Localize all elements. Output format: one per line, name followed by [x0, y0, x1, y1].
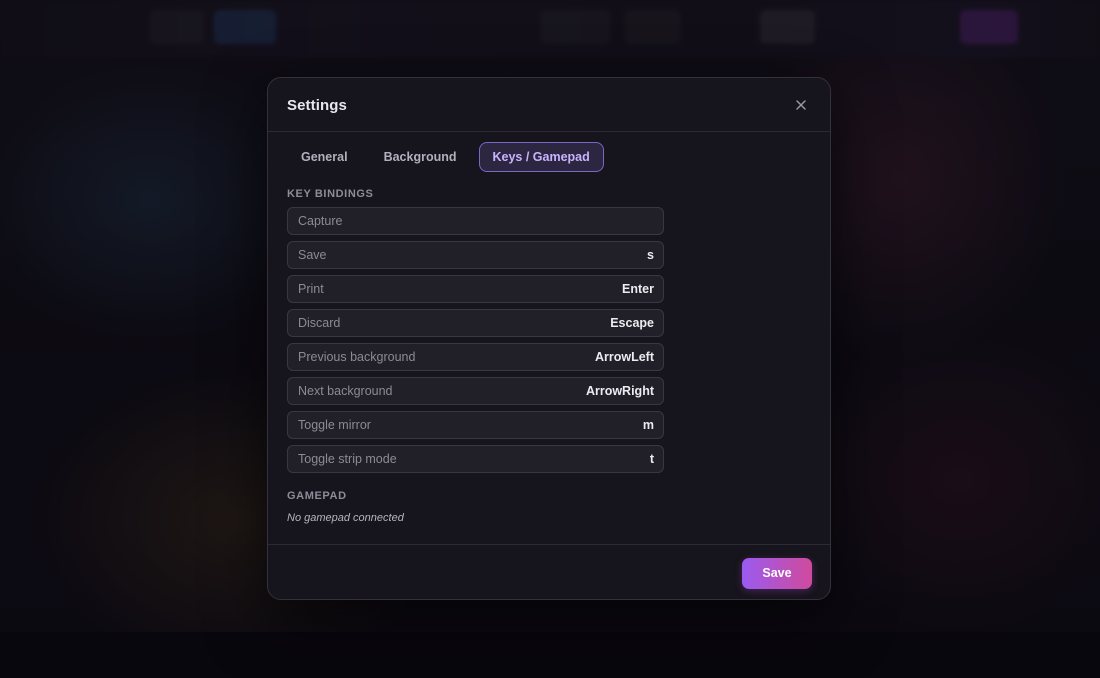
- modal-header: Settings: [268, 78, 830, 132]
- binding-key: Enter: [622, 282, 654, 296]
- binding-key: ArrowRight: [585, 384, 654, 398]
- tab-general[interactable]: General: [287, 142, 362, 172]
- settings-tabs: General Background Keys / Gamepad: [287, 142, 604, 172]
- close-icon: [796, 100, 806, 110]
- binding-action: Toggle mirror: [298, 418, 371, 432]
- tab-keys-gamepad[interactable]: Keys / Gamepad: [478, 142, 604, 172]
- gamepad-heading: GAMEPAD: [287, 490, 347, 502]
- binding-key: Escape: [610, 316, 654, 330]
- gamepad-status: No gamepad connected: [287, 512, 404, 524]
- binding-capture[interactable]: Capture: [287, 207, 664, 235]
- binding-action: Discard: [298, 316, 341, 330]
- binding-toggle-mirror[interactable]: Toggle mirror m: [287, 411, 664, 439]
- binding-key: m: [642, 418, 654, 432]
- modal-footer: Save: [268, 544, 830, 600]
- binding-key: t: [649, 452, 654, 466]
- key-bindings-heading: KEY BINDINGS: [287, 188, 374, 200]
- binding-action: Save: [298, 248, 327, 262]
- binding-previous-background[interactable]: Previous background ArrowLeft: [287, 343, 664, 371]
- settings-modal: Settings General Background Keys / Gamep…: [267, 77, 831, 600]
- binding-next-background[interactable]: Next background ArrowRight: [287, 377, 664, 405]
- binding-action: Previous background: [298, 350, 416, 364]
- binding-action: Next background: [298, 384, 393, 398]
- binding-discard[interactable]: Discard Escape: [287, 309, 664, 337]
- tab-background[interactable]: Background: [370, 142, 471, 172]
- binding-key: ArrowLeft: [594, 350, 654, 364]
- key-bindings-list: Capture Save s Print Enter Discard Escap…: [287, 207, 664, 479]
- save-button[interactable]: Save: [742, 558, 812, 589]
- binding-action: Capture: [298, 214, 343, 228]
- binding-key: s: [647, 248, 654, 262]
- modal-title: Settings: [287, 97, 347, 114]
- binding-print[interactable]: Print Enter: [287, 275, 664, 303]
- close-button[interactable]: [794, 97, 808, 111]
- binding-toggle-strip-mode[interactable]: Toggle strip mode t: [287, 445, 664, 473]
- binding-action: Print: [298, 282, 324, 296]
- binding-save[interactable]: Save s: [287, 241, 664, 269]
- binding-action: Toggle strip mode: [298, 452, 397, 466]
